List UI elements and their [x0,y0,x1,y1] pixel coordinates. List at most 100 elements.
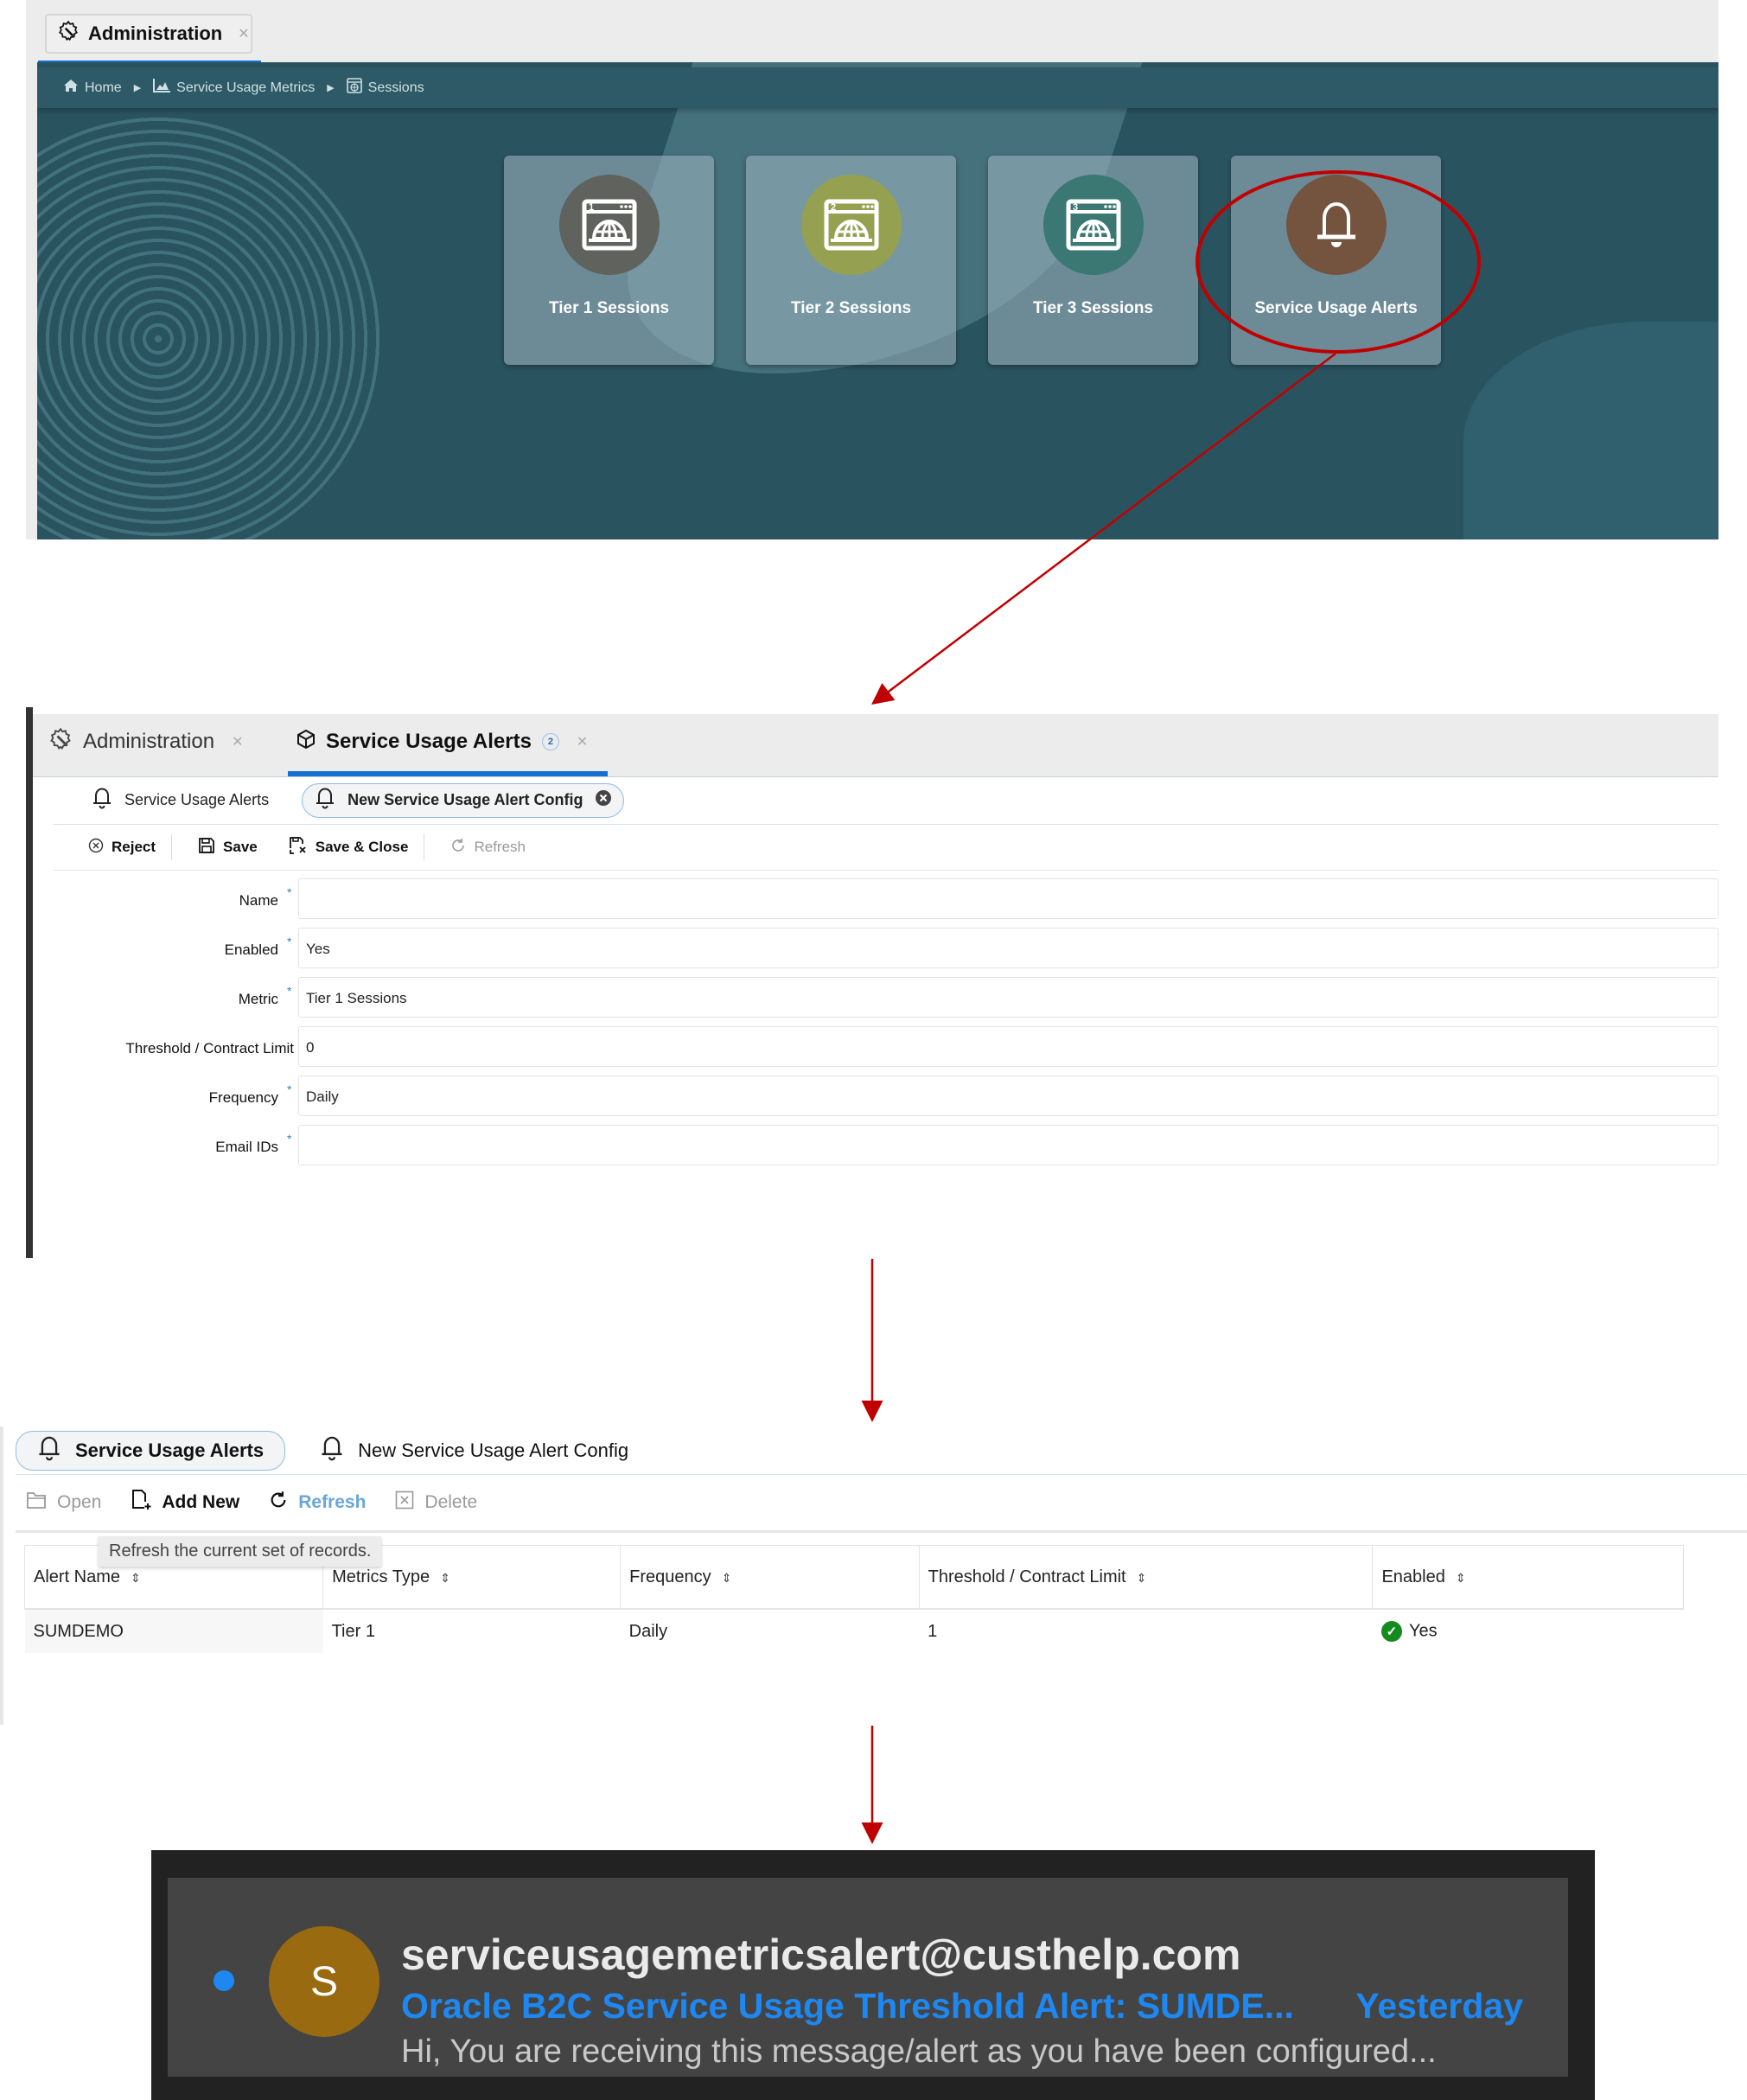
tile-label: Tier 1 Sessions [548,299,670,317]
email-inbox-preview: S serviceusagemetricsalert@custhelp.com … [151,1850,1595,2100]
breadcrumb: Home ▶ Service Usage Metrics ▶ Sessions [37,67,1718,108]
breadcrumb-home[interactable]: Home [63,79,122,97]
sort-icon[interactable]: ⇕ [722,1571,732,1585]
workspace-tab-bar: Administration ✕ Service Usage Alerts 2 … [33,714,1718,777]
delete-box-icon [395,1490,414,1515]
required-indicator: * [287,885,292,899]
sort-icon[interactable]: ⇕ [1137,1571,1147,1585]
form-row-email-ids: Email IDs * [54,1121,1718,1171]
fingerprint-decoration [37,114,383,539]
count-badge: 2 [541,733,559,750]
subtab-new-service-usage-alert-config[interactable]: New Service Usage Alert Config [308,1434,641,1467]
field-label: Name [239,892,278,909]
required-indicator: * [287,935,292,948]
sort-icon[interactable]: ⇕ [440,1571,450,1585]
tab-label: Administration [88,22,223,44]
unread-dot-icon [214,1970,234,1991]
web-session-icon: 2 [800,175,902,275]
svg-text:3: 3 [1073,202,1078,213]
refresh-button[interactable]: Refresh [258,1490,385,1515]
required-indicator: * [287,984,292,998]
cell-alert-name: SUMDEMO [24,1609,323,1653]
threshold-input[interactable]: 0 [298,1026,1718,1067]
bell-icon [315,787,335,814]
form-row-name: Name * [54,875,1718,924]
list-toolbar: Open Add New Refresh Delete [16,1475,1747,1533]
cell-enabled: ✓ Yes [1373,1609,1684,1653]
admin-gear-wrench-icon [57,20,80,48]
tab-service-usage-alerts[interactable]: Service Usage Alerts 2 ✕ [296,714,588,769]
table-row[interactable]: SUMDEMO Tier 1 Daily 1 ✓ Yes [24,1609,1684,1653]
sub-tab-bar: Service Usage Alerts New Service Usage A… [54,776,1718,825]
tab-administration[interactable]: Administration ✕ [48,714,243,769]
refresh-icon [450,838,466,858]
alerts-list-panel: Service Usage Alerts New Service Usage A… [0,1427,1747,1725]
close-icon[interactable]: ✕ [577,733,588,750]
field-label: Metric [238,991,278,1007]
metric-select[interactable]: Tier 1 Sessions [298,977,1718,1018]
tab-administration[interactable]: Administration ✕ [45,14,252,54]
breadcrumb-service-usage-metrics[interactable]: Service Usage Metrics [153,79,315,97]
subtab-new-service-usage-alert-config[interactable]: New Service Usage Alert Config [302,782,624,818]
cube-icon [296,729,316,755]
new-alert-config-panel: Administration ✕ Service Usage Alerts 2 … [26,707,1718,1258]
email-sender: serviceusagemetricsalert@custhelp.com [401,1931,1241,1979]
close-circle-icon[interactable] [595,790,611,810]
refresh-tooltip: Refresh the current set of records. [99,1536,382,1567]
required-indicator: * [287,1082,292,1096]
close-circle-outline-icon [88,838,104,858]
admin-gear-wrench-icon [48,727,73,757]
svg-text:2: 2 [831,202,836,213]
floppy-disk-icon [198,837,215,859]
field-label: Email IDs [215,1139,278,1155]
enabled-select[interactable]: Yes [298,928,1718,968]
tile-tier-1-sessions[interactable]: 1 Tier 1 Sessions [504,156,714,365]
svg-text:1: 1 [589,202,594,213]
cell-threshold: 1 [928,1621,938,1641]
sub-tab-bar: Service Usage Alerts New Service Usage A… [16,1427,1747,1475]
save-and-close-button[interactable]: Save & Close [273,836,424,859]
frequency-select[interactable]: Daily [298,1076,1718,1116]
tile-tier-2-sessions[interactable]: 2 Tier 2 Sessions [746,156,956,365]
subtab-service-usage-alerts[interactable]: Service Usage Alerts [16,1430,286,1471]
cell-metrics-type: Tier 1 [331,1621,375,1641]
email-subject: Oracle B2C Service Usage Threshold Alert… [401,1986,1294,2026]
check-circle-icon: ✓ [1380,1621,1402,1642]
field-label: Threshold / Contract Limit [125,1040,294,1056]
tile-tier-3-sessions[interactable]: 3 Tier 3 Sessions [988,156,1198,365]
reject-button[interactable]: Reject [73,838,171,858]
form-row-threshold: Threshold / Contract Limit 0 [54,1023,1718,1072]
highlight-annotation-circle [1195,170,1481,354]
field-label: Enabled [224,941,278,958]
open-button[interactable]: Open [16,1490,120,1515]
close-icon[interactable]: ✕ [232,733,243,750]
email-list-item[interactable]: S serviceusagemetricsalert@custhelp.com … [168,1878,1568,2077]
save-close-icon [289,836,308,859]
name-input[interactable] [298,878,1718,919]
record-toolbar: Reject Save Save & Close Refresh [54,825,1718,871]
chart-icon [153,79,171,97]
add-new-button[interactable]: Add New [120,1489,258,1516]
sort-icon[interactable]: ⇕ [1456,1571,1466,1585]
email-date: Yesterday [1355,1986,1523,2026]
background-shape [1463,322,1718,539]
home-icon [63,79,79,97]
sort-icon[interactable]: ⇕ [131,1571,141,1585]
add-document-icon [131,1489,151,1516]
web-session-icon: 1 [558,175,660,275]
delete-button[interactable]: Delete [385,1490,496,1515]
close-icon[interactable]: ✕ [238,25,249,42]
column-header-threshold[interactable]: Threshold / Contract Limit ⇕ [918,1545,1374,1610]
subtab-service-usage-alerts[interactable]: Service Usage Alerts [80,784,281,817]
refresh-button[interactable]: Refresh [424,838,541,858]
bell-icon [37,1435,61,1466]
chevron-right-icon: ▶ [133,83,142,93]
refresh-icon [269,1490,288,1515]
breadcrumb-sessions[interactable]: Sessions [346,78,424,98]
column-header-frequency[interactable]: Frequency ⇕ [620,1545,920,1610]
email-ids-input[interactable] [298,1125,1718,1165]
sessions-icon [346,78,362,98]
save-button[interactable]: Save [172,837,273,859]
form-row-metric: Metric * Tier 1 Sessions [54,973,1718,1023]
column-header-enabled[interactable]: Enabled ⇕ [1372,1545,1684,1610]
